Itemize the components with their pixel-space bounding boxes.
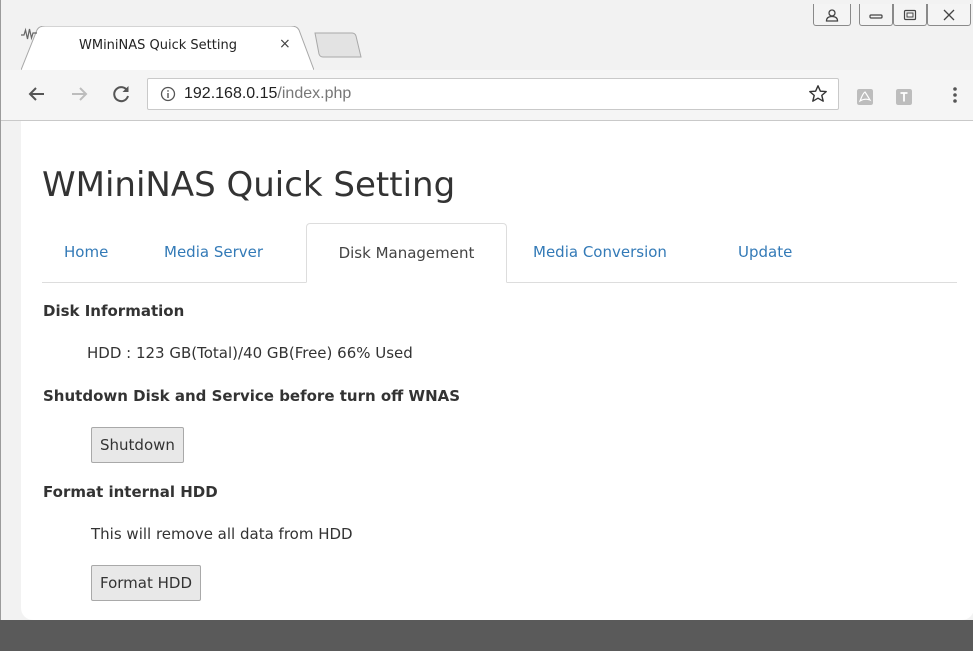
page-title: WMiniNAS Quick Setting xyxy=(42,165,456,205)
reload-icon xyxy=(113,86,129,103)
user-icon xyxy=(825,8,839,22)
browser-toolbar: 192.168.0.15/index.php xyxy=(1,70,973,121)
star-icon[interactable] xyxy=(808,84,828,104)
minimize-icon xyxy=(869,13,883,19)
page-content: WMiniNAS Quick Setting Home Media Server… xyxy=(21,121,973,620)
browser-tab[interactable]: WMiniNAS Quick Setting × xyxy=(21,26,314,70)
maximize-icon xyxy=(903,9,917,20)
forward-button[interactable] xyxy=(67,82,91,106)
address-bar[interactable]: 192.168.0.15/index.php xyxy=(147,78,839,110)
format-warning-text: This will remove all data from HDD xyxy=(91,525,353,543)
info-icon[interactable] xyxy=(160,86,176,102)
arrow-left-icon xyxy=(28,87,44,101)
tab-media-conversion[interactable]: Media Conversion xyxy=(533,223,667,282)
back-button[interactable] xyxy=(25,82,49,106)
profile-button[interactable] xyxy=(813,4,851,26)
tab-media-server[interactable]: Media Server xyxy=(164,223,263,282)
close-icon xyxy=(943,9,955,20)
maximize-button[interactable] xyxy=(893,4,927,26)
format-hdd-button[interactable]: Format HDD xyxy=(91,565,202,601)
url-host: 192.168.0.15 xyxy=(184,85,278,102)
t-extension-icon[interactable] xyxy=(896,89,912,105)
tab-home[interactable]: Home xyxy=(64,223,108,282)
browser-window: WMiniNAS Quick Setting × 192.168.0.15/in… xyxy=(0,0,973,620)
shutdown-heading: Shutdown Disk and Service before turn of… xyxy=(43,387,461,405)
tab-close-icon[interactable]: × xyxy=(279,36,291,52)
tab-disk-management[interactable]: Disk Management xyxy=(306,223,507,283)
window-edge xyxy=(1,121,21,620)
disk-info-text: HDD : 123 GB(Total)/40 GB(Free) 66% Used xyxy=(87,344,413,362)
shutdown-button[interactable]: Shutdown xyxy=(91,427,184,463)
menu-dots-icon[interactable] xyxy=(952,86,958,104)
url-path: /index.php xyxy=(277,85,352,102)
arrow-right-icon xyxy=(72,87,88,101)
nav-tabs: Home Media Server Disk Management Media … xyxy=(42,223,957,283)
minimize-button[interactable] xyxy=(859,4,893,26)
tab-title: WMiniNAS Quick Setting xyxy=(79,38,237,53)
disk-info-heading: Disk Information xyxy=(43,302,185,320)
tab-update[interactable]: Update xyxy=(738,223,792,282)
url-text[interactable]: 192.168.0.15/index.php xyxy=(184,85,351,103)
new-tab-button[interactable] xyxy=(314,32,362,58)
reload-button[interactable] xyxy=(109,82,133,106)
close-button[interactable] xyxy=(927,4,971,26)
format-heading: Format internal HDD xyxy=(43,483,218,501)
wave-icon xyxy=(21,27,37,41)
pdf-extension-icon[interactable] xyxy=(857,89,873,105)
title-bar: WMiniNAS Quick Setting × xyxy=(1,0,973,70)
